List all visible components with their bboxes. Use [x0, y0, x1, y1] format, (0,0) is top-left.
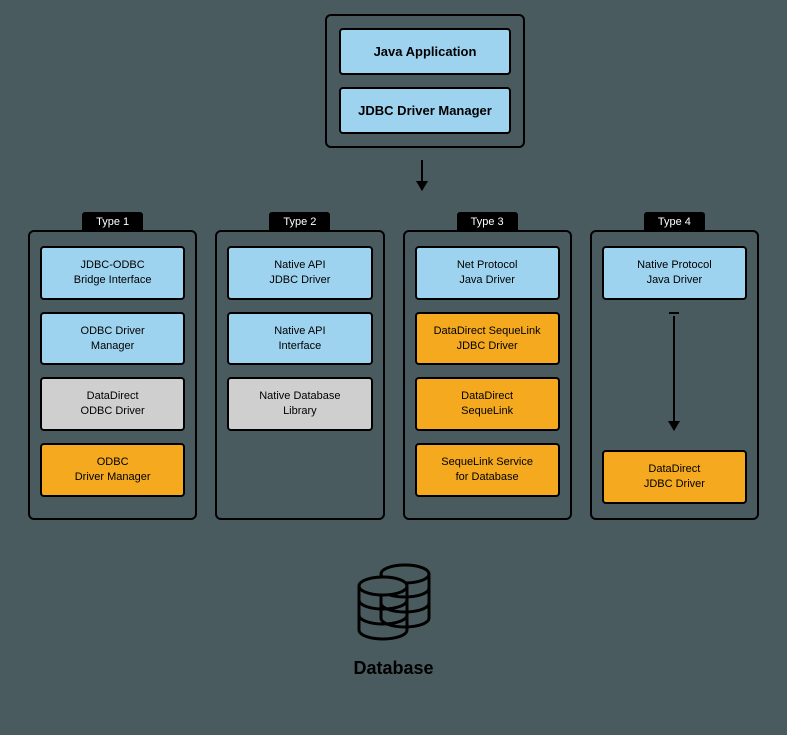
top-group: Java Application JDBC Driver Manager	[325, 14, 525, 148]
driver-cell: DataDirect SequeLinkJDBC Driver	[415, 312, 560, 366]
arrow-down-icon	[673, 316, 675, 431]
arrow-down-icon	[421, 160, 423, 190]
column-type-1: Type 1 JDBC-ODBCBridge Interface ODBC Driv…	[28, 210, 197, 520]
column-tab: Type 2	[269, 212, 330, 232]
column-body: Native APIJDBC Driver Native APIInterface…	[215, 230, 384, 520]
column-tab: Type 4	[644, 212, 705, 232]
column-type-4: Type 4 Native ProtocolJava Driver DataDire…	[590, 210, 759, 520]
driver-cell: DataDirectSequeLink	[415, 377, 560, 431]
column-body: Net ProtocolJava Driver DataDirect SequeL…	[403, 230, 572, 520]
driver-cell: ODBC DriverManager	[40, 312, 185, 366]
jdbc-driver-manager-box: JDBC Driver Manager	[339, 87, 511, 134]
driver-cell: JDBC-ODBCBridge Interface	[40, 246, 185, 300]
column-tab: Type 3	[457, 212, 518, 232]
driver-cell: Native APIJDBC Driver	[227, 246, 372, 300]
driver-cell: DataDirectODBC Driver	[40, 377, 185, 431]
java-application-box: Java Application	[339, 28, 511, 75]
driver-cell: SequeLink Servicefor Database	[415, 443, 560, 497]
driver-type-columns: Type 1 JDBC-ODBCBridge Interface ODBC Driv…	[28, 210, 759, 520]
column-body: Native ProtocolJava Driver DataDirectJDBC…	[590, 230, 759, 520]
column-type-2: Type 2 Native APIJDBC Driver Native APIInt…	[215, 210, 384, 520]
driver-cell: Native APIInterface	[227, 312, 372, 366]
driver-cell: Net ProtocolJava Driver	[415, 246, 560, 300]
database-label: Database	[353, 658, 433, 679]
column-type-3: Type 3 Net ProtocolJava Driver DataDirect …	[403, 210, 572, 520]
database-icon	[349, 560, 439, 650]
driver-cell: ODBCDriver Manager	[40, 443, 185, 497]
database-section: Database	[0, 560, 787, 679]
column-body: JDBC-ODBCBridge Interface ODBC DriverMana…	[28, 230, 197, 520]
driver-cell: DataDirectJDBC Driver	[602, 450, 747, 504]
driver-cell: Native DatabaseLibrary	[227, 377, 372, 431]
driver-cell: Native ProtocolJava Driver	[602, 246, 747, 300]
column-tab: Type 1	[82, 212, 143, 232]
